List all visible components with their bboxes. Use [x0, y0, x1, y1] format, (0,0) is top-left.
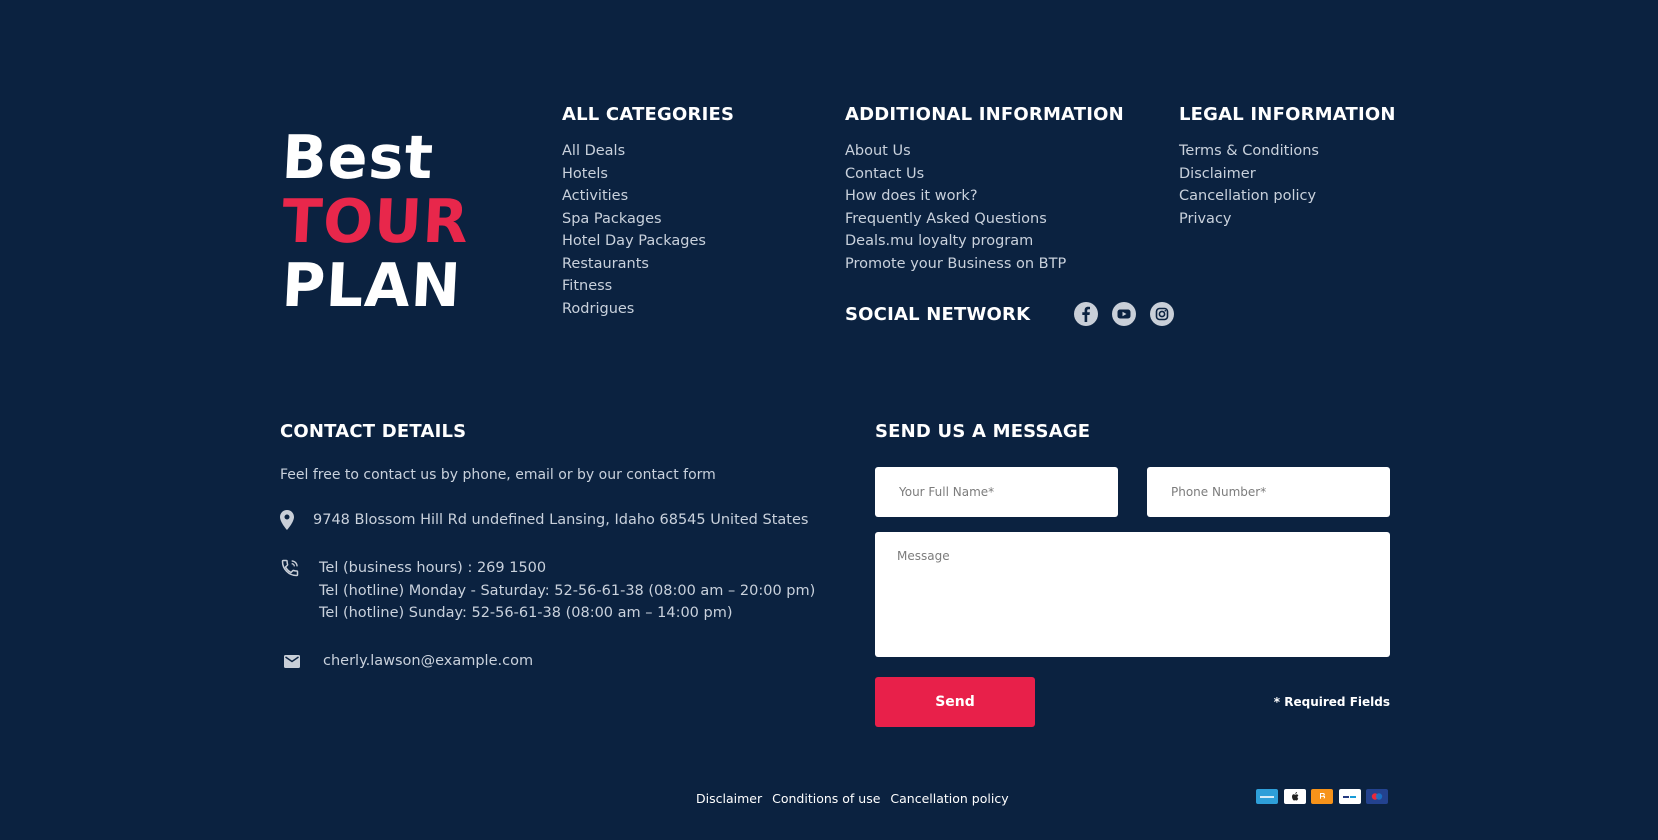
category-link-spa-packages[interactable]: Spa Packages — [562, 208, 734, 231]
phone-hotline-sunday: Tel (hotline) Sunday: 52-56-61-38 (08:00… — [319, 605, 733, 621]
logo-line-plan: PLAN — [280, 251, 464, 321]
social-network: SOCIAL NETWORK — [845, 302, 1188, 326]
full-name-input[interactable] — [875, 467, 1118, 517]
paypal-icon — [1338, 789, 1361, 804]
categories-column: ALL CATEGORIES All Deals Hotels Activiti… — [562, 104, 734, 320]
category-link-activities[interactable]: Activities — [562, 185, 734, 208]
category-link-rodrigues[interactable]: Rodrigues — [562, 298, 734, 321]
logo-line-tour: TOUR — [280, 187, 471, 257]
contact-form: SEND US A MESSAGE Send * Required Fields — [875, 421, 1390, 727]
additional-info-title: ADDITIONAL INFORMATION — [845, 104, 1124, 125]
phone-icon — [280, 557, 300, 580]
category-link-hotel-day-packages[interactable]: Hotel Day Packages — [562, 230, 734, 253]
link-terms-conditions[interactable]: Terms & Conditions — [1179, 140, 1396, 163]
link-disclaimer[interactable]: Disclaimer — [1179, 163, 1396, 186]
bitcoin-icon — [1311, 789, 1333, 804]
footer-link-conditions-of-use[interactable]: Conditions of use — [772, 791, 880, 806]
additional-info-list: About Us Contact Us How does it work? Fr… — [845, 140, 1124, 275]
contact-form-title: SEND US A MESSAGE — [875, 421, 1091, 442]
mail-icon — [280, 650, 304, 673]
site-logo[interactable]: Best TOUR PLAN — [280, 123, 471, 321]
required-fields-note: * Required Fields — [1273, 695, 1390, 709]
payment-methods — [1256, 789, 1394, 804]
phone-hotline-weekdays: Tel (hotline) Monday - Saturday: 52-56-6… — [319, 582, 816, 599]
categories-list: All Deals Hotels Activities Spa Packages… — [562, 140, 734, 320]
link-how-it-works[interactable]: How does it work? — [845, 185, 1124, 208]
contact-details-title: CONTACT DETAILS — [280, 421, 467, 442]
category-link-restaurants[interactable]: Restaurants — [562, 253, 734, 276]
link-promote-business[interactable]: Promote your Business on BTP — [845, 253, 1124, 276]
logo-line-best: Best — [280, 123, 436, 193]
contact-phone-lines: Tel (business hours) : 269 1500 Tel (hot… — [319, 557, 815, 625]
apple-pay-icon — [1283, 789, 1306, 804]
link-privacy[interactable]: Privacy — [1179, 208, 1396, 231]
mastercard-icon — [1366, 789, 1388, 804]
facebook-icon[interactable] — [1074, 302, 1099, 326]
contact-form-footer: Send * Required Fields — [875, 677, 1390, 727]
contact-address: 9748 Blossom Hill Rd undefined Lansing, … — [313, 512, 809, 528]
footer-link-disclaimer[interactable]: Disclaimer — [696, 791, 762, 806]
contact-phone-row: Tel (business hours) : 269 1500 Tel (hot… — [280, 557, 815, 625]
youtube-icon[interactable] — [1112, 302, 1137, 326]
contact-intro: Feel free to contact us by phone, email … — [280, 467, 716, 483]
additional-info-column: ADDITIONAL INFORMATION About Us Contact … — [845, 104, 1124, 275]
contact-email[interactable]: cherly.lawson@example.com — [323, 650, 533, 673]
link-faq[interactable]: Frequently Asked Questions — [845, 208, 1124, 231]
instagram-icon[interactable] — [1150, 302, 1175, 326]
legal-info-column: LEGAL INFORMATION Terms & Conditions Dis… — [1179, 104, 1396, 230]
category-link-all-deals[interactable]: All Deals — [562, 140, 734, 163]
category-link-hotels[interactable]: Hotels — [562, 163, 734, 186]
contact-details: CONTACT DETAILS Feel free to contact us … — [280, 421, 815, 673]
link-loyalty-program[interactable]: Deals.mu loyalty program — [845, 230, 1124, 253]
contact-address-row: 9748 Blossom Hill Rd undefined Lansing, … — [280, 509, 808, 532]
categories-title: ALL CATEGORIES — [562, 104, 735, 125]
amex-icon — [1256, 789, 1278, 804]
link-about-us[interactable]: About Us — [845, 140, 1124, 163]
location-pin-icon — [280, 509, 294, 532]
message-textarea[interactable] — [875, 532, 1390, 657]
phone-business-hours: Tel (business hours) : 269 1500 — [319, 560, 547, 576]
legal-info-title: LEGAL INFORMATION — [1179, 104, 1396, 125]
legal-info-list: Terms & Conditions Disclaimer Cancellati… — [1179, 140, 1396, 230]
send-button[interactable]: Send — [875, 677, 1035, 727]
category-link-fitness[interactable]: Fitness — [562, 275, 734, 298]
footer-bottom-links: Disclaimer Conditions of use Cancellatio… — [696, 791, 1019, 806]
contact-form-inputs — [875, 467, 1390, 517]
link-cancellation-policy[interactable]: Cancellation policy — [1179, 185, 1396, 208]
contact-email-row: cherly.lawson@example.com — [280, 650, 800, 673]
footer-link-cancellation-policy[interactable]: Cancellation policy — [890, 791, 1008, 806]
social-network-title: SOCIAL NETWORK — [845, 303, 1031, 325]
phone-number-input[interactable] — [1147, 467, 1390, 517]
link-contact-us[interactable]: Contact Us — [845, 163, 1124, 186]
